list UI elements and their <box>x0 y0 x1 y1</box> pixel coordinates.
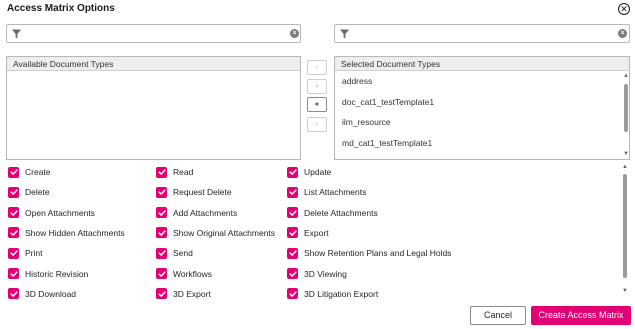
permission-label: Print <box>25 248 43 259</box>
permission-label: Read <box>173 167 194 177</box>
selected-list-header: Selected Document Types <box>335 57 629 71</box>
checkbox-checked-icon[interactable] <box>287 166 298 178</box>
move-right-icon: › <box>315 64 319 71</box>
checkbox-checked-icon[interactable] <box>156 166 167 178</box>
clear-icon[interactable]: × <box>290 29 299 38</box>
permission-item[interactable]: Read <box>156 165 193 179</box>
scroll-thumb[interactable] <box>624 84 628 132</box>
permission-item[interactable]: 3D Export <box>156 287 211 301</box>
checkbox-checked-icon[interactable] <box>8 186 19 198</box>
permission-item[interactable]: Show Retention Plans and Legal Holds <box>287 246 451 260</box>
permission-item[interactable]: Update <box>287 165 331 179</box>
permission-label: Request Delete <box>173 187 232 198</box>
permission-item[interactable]: Workflows <box>156 267 212 281</box>
permission-label: Export <box>304 227 329 238</box>
checkbox-checked-icon[interactable] <box>8 268 19 279</box>
permission-item[interactable]: Add Attachments <box>156 206 237 220</box>
move-left-icon: ‹ <box>315 121 319 128</box>
checkbox-checked-icon[interactable] <box>156 268 167 279</box>
checkbox-checked-icon[interactable] <box>287 268 298 279</box>
checkbox-checked-icon[interactable] <box>287 227 298 239</box>
permission-item[interactable]: Show Hidden Attachments <box>8 226 125 240</box>
permission-item[interactable]: Send <box>156 246 193 260</box>
selected-filter-input[interactable] <box>355 26 615 41</box>
available-filter: × <box>6 24 301 43</box>
permission-label: Create <box>25 167 51 177</box>
cancel-button[interactable]: Cancel <box>470 306 526 325</box>
permission-label: Send <box>173 248 193 259</box>
selected-list[interactable]: Selected Document Types address doc_cat1… <box>334 56 630 160</box>
checkbox-checked-icon[interactable] <box>156 247 167 259</box>
permission-item[interactable]: Export <box>287 226 329 240</box>
list-item[interactable]: address <box>335 71 629 92</box>
permissions-scrollbar[interactable]: ▲ ▼ <box>622 164 628 298</box>
checkbox-checked-icon[interactable] <box>8 166 19 178</box>
checkbox-checked-icon[interactable] <box>8 227 19 239</box>
available-list-header: Available Document Types <box>7 57 300 71</box>
close-icon[interactable]: ✕ <box>618 3 630 15</box>
list-item[interactable]: doc_cat1_testTemplate1 <box>335 92 629 113</box>
checkbox-checked-icon[interactable] <box>8 207 19 219</box>
permission-label: Workflows <box>173 268 213 279</box>
checkbox-checked-icon[interactable] <box>156 288 167 300</box>
move-all-right-button[interactable]: » <box>307 79 327 94</box>
scroll-thumb[interactable] <box>623 174 627 278</box>
scroll-up-icon[interactable]: ▲ <box>623 73 629 79</box>
permission-item[interactable]: Request Delete <box>156 185 232 199</box>
move-left-button[interactable]: ‹ <box>307 117 327 132</box>
move-all-left-button[interactable]: « <box>307 97 327 112</box>
permission-label: Show Hidden Attachments <box>25 227 125 238</box>
permission-label: 3D Viewing <box>304 268 347 279</box>
available-list[interactable]: Available Document Types <box>6 56 301 160</box>
permission-label: List Attachments <box>304 187 367 198</box>
checkbox-checked-icon[interactable] <box>156 227 167 239</box>
permission-label: Historic Revision <box>25 268 89 279</box>
checkbox-checked-icon[interactable] <box>8 247 19 259</box>
move-all-left-icon: « <box>315 101 319 108</box>
permission-item[interactable]: Print <box>8 246 42 260</box>
checkbox-checked-icon[interactable] <box>8 288 19 300</box>
dialog-title: Access Matrix Options <box>7 3 115 14</box>
checkbox-checked-icon[interactable] <box>287 207 298 219</box>
checkbox-checked-icon[interactable] <box>287 247 298 259</box>
permission-item[interactable]: Historic Revision <box>8 267 88 281</box>
permission-label: 3D Download <box>25 288 77 299</box>
move-right-button[interactable]: › <box>307 60 327 75</box>
permission-item[interactable]: Create <box>8 165 51 179</box>
filter-icon <box>12 29 21 39</box>
scroll-down-icon[interactable]: ▼ <box>622 288 628 294</box>
list-item[interactable]: ilm_resource <box>335 112 629 133</box>
permission-label: Add Attachments <box>173 207 238 218</box>
checkbox-checked-icon[interactable] <box>287 288 298 300</box>
permission-label: Update <box>304 167 332 177</box>
permission-label: Delete <box>25 187 50 198</box>
permission-label: Show Retention Plans and Legal Holds <box>304 248 452 259</box>
permission-item[interactable]: Show Original Attachments <box>156 226 275 240</box>
permission-label: Show Original Attachments <box>173 227 276 238</box>
permission-label: Open Attachments <box>25 207 95 218</box>
permission-label: Delete Attachments <box>304 207 378 218</box>
list-item[interactable]: md_cat1_testTemplate1 <box>335 133 629 154</box>
permission-item[interactable]: 3D Litigation Export <box>287 287 378 301</box>
permission-item[interactable]: Delete <box>8 185 50 199</box>
selected-list-scrollbar[interactable]: ▲ ▼ <box>623 71 629 159</box>
permission-item[interactable]: Delete Attachments <box>287 206 378 220</box>
permission-item[interactable]: 3D Viewing <box>287 267 347 281</box>
selected-filter: × <box>334 24 630 43</box>
clear-icon[interactable]: × <box>618 29 627 38</box>
create-access-matrix-button[interactable]: Create Access Matrix <box>531 306 631 325</box>
move-all-right-icon: » <box>315 83 319 90</box>
scroll-down-icon[interactable]: ▼ <box>623 151 629 157</box>
permission-item[interactable]: Open Attachments <box>8 206 95 220</box>
permission-label: 3D Litigation Export <box>304 288 379 299</box>
available-filter-input[interactable] <box>27 26 287 41</box>
checkbox-checked-icon[interactable] <box>287 186 298 198</box>
scroll-up-icon[interactable]: ▲ <box>622 164 628 170</box>
filter-icon <box>340 29 349 39</box>
checkbox-checked-icon[interactable] <box>156 186 167 198</box>
permission-item[interactable]: 3D Download <box>8 287 76 301</box>
permission-label: 3D Export <box>173 288 211 299</box>
checkbox-checked-icon[interactable] <box>156 207 167 219</box>
permission-item[interactable]: List Attachments <box>287 185 366 199</box>
